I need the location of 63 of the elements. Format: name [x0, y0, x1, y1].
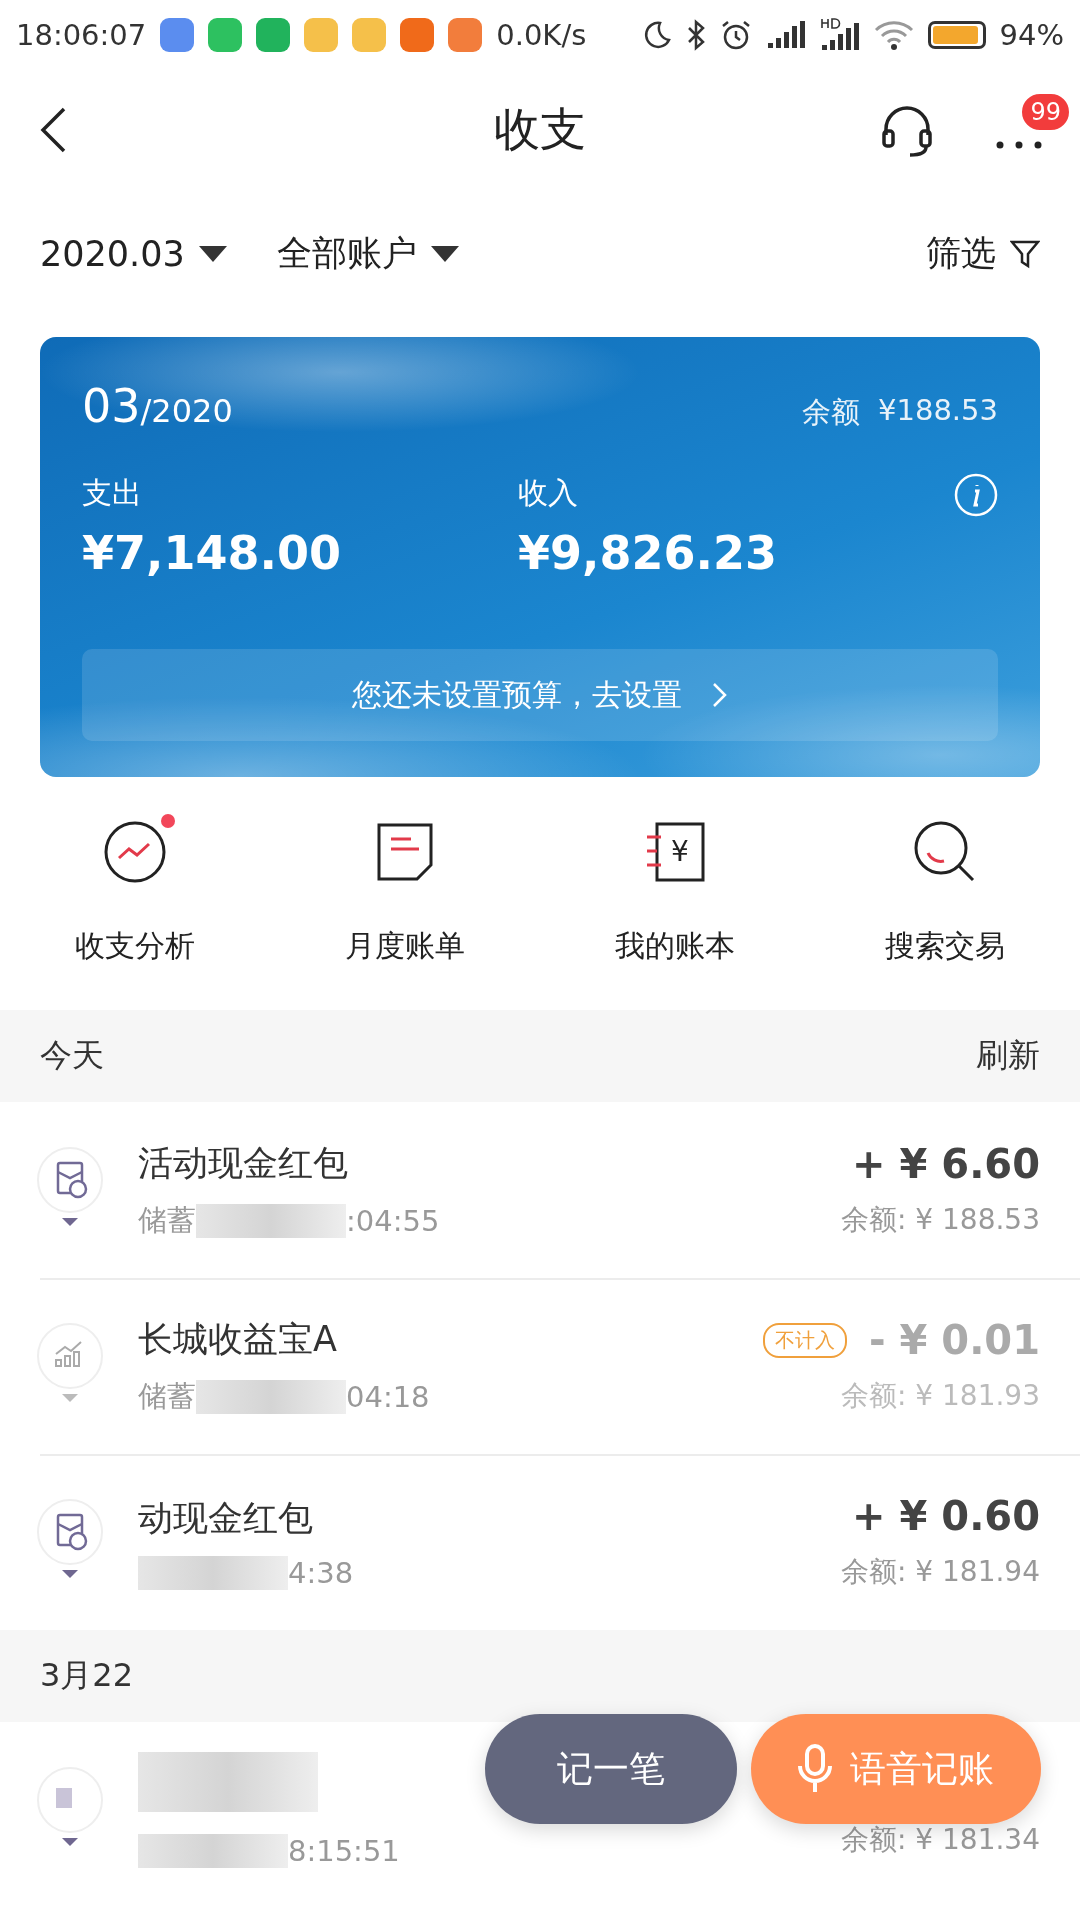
section-date: 今天: [40, 1035, 104, 1076]
page-title: 收支: [494, 102, 586, 156]
balance-label: 余额: [802, 394, 861, 431]
balance-after: 余额: ¥ 181.93: [840, 1378, 1040, 1414]
expense-label: 支出: [82, 474, 143, 512]
quick-action[interactable]: 收支分析: [0, 817, 270, 968]
account-dropdown[interactable]: 全部账户: [276, 230, 459, 277]
caret-icon: [430, 245, 459, 262]
more-icon: [996, 141, 1044, 149]
caret-icon: [198, 245, 227, 262]
app-notification-icon: [256, 18, 291, 52]
info-icon[interactable]: [954, 473, 998, 517]
back-icon: [38, 106, 68, 154]
battery-icon: [927, 21, 986, 49]
status-time: 18:06:07: [16, 18, 147, 52]
balance-after: 余额: ¥ 188.53: [840, 1202, 1040, 1238]
filter-icon: [1010, 238, 1040, 269]
card-date: 03/2020: [82, 379, 233, 433]
balance-after: 余额: ¥ 181.94: [840, 1554, 1040, 1590]
filter-button[interactable]: 筛选: [926, 230, 1040, 277]
app-notification-icon: [448, 18, 483, 52]
refresh-button[interactable]: 刷新: [976, 1034, 1040, 1078]
quick-action[interactable]: ¥ 我的账本: [540, 817, 810, 968]
quick-action[interactable]: 搜索交易: [810, 817, 1080, 968]
transaction-amount: + ¥ 0.60: [852, 1493, 1040, 1539]
wifi-icon: [873, 20, 914, 50]
expense-amount: ¥7,148.00: [82, 526, 342, 580]
account-name: 储蓄: [138, 1377, 196, 1415]
transaction-time: 04:18: [346, 1379, 430, 1414]
app-notification-icon: [160, 18, 195, 52]
transaction-amount: + ¥ 6.60: [852, 1141, 1040, 1187]
app-notification-icon: [208, 18, 243, 52]
balance-amount: ¥188.53: [878, 393, 998, 429]
hd-signal-icon: [819, 18, 860, 52]
section-date: 3月22: [40, 1655, 134, 1696]
microphone-icon: [798, 1744, 832, 1794]
transaction-amount: - ¥ 0.01: [869, 1317, 1040, 1363]
add-record-button[interactable]: 记一笔: [485, 1714, 737, 1824]
app-notification-icon: [400, 18, 435, 52]
chevron-right-icon: [712, 682, 728, 708]
income-label: 收入: [518, 474, 579, 512]
document-icon: [375, 821, 435, 883]
transaction-title: 动现金红包: [138, 1497, 313, 1538]
month-dropdown[interactable]: 2020.03: [40, 233, 227, 274]
trend-circle-icon: [103, 820, 167, 884]
app-notification-icon: [352, 18, 387, 52]
notification-badge: 99: [1019, 91, 1072, 133]
quick-action[interactable]: 月度账单: [270, 817, 540, 968]
transaction-time: 4:38: [288, 1555, 354, 1590]
battery-percent: 94%: [999, 18, 1064, 52]
transaction-title: 长城收益宝A: [138, 1318, 337, 1359]
network-speed: 0.0K/s: [496, 18, 587, 52]
transaction-time: :04:55: [346, 1203, 440, 1238]
app-notification-icon: [304, 18, 339, 52]
headset-icon: [880, 103, 934, 157]
account-name: 储蓄: [138, 1201, 196, 1239]
transaction-time: 8:15:51: [288, 1834, 400, 1868]
excluded-tag: 不计入: [763, 1322, 847, 1358]
income-amount: ¥9,826.23: [518, 526, 778, 580]
bluetooth-icon: [685, 19, 706, 51]
balance-after: 余额: ¥ 181.34: [840, 1822, 1040, 1858]
signal-icon: [765, 20, 806, 50]
transaction-title: 活动现金红包: [138, 1142, 348, 1183]
